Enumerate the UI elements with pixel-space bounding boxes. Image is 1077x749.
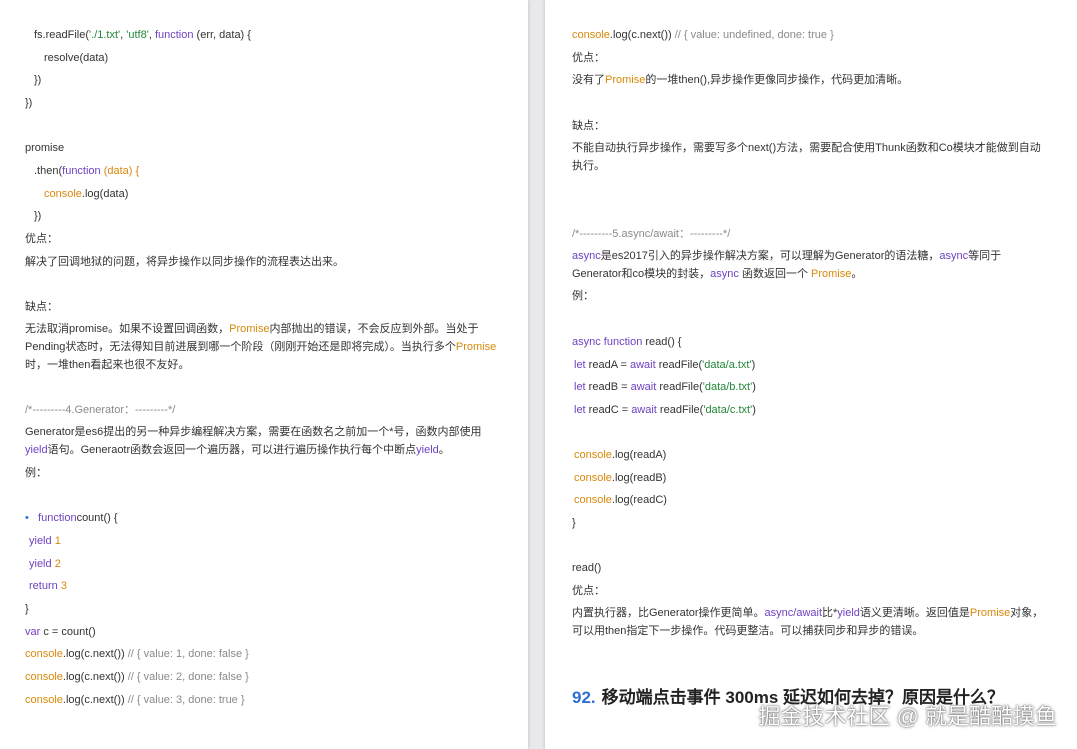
generator-comment: /*---------4.Generator：---------*/ xyxy=(25,404,176,416)
pros-label: 优点： xyxy=(572,585,605,597)
code-line: }) xyxy=(25,97,33,109)
cons-label: 缺点： xyxy=(25,301,58,313)
code-line: read() xyxy=(572,562,602,574)
bullet-icon: • xyxy=(25,512,29,524)
code-line: console.log(c.next()) // { value: 3, don… xyxy=(25,694,245,706)
code-line: console.log(readC) xyxy=(574,494,667,506)
left-page: fs.readFile('./1.txt', 'utf8', function … xyxy=(0,0,528,749)
code-line: async function read() { xyxy=(572,336,682,348)
pros-label: 优点： xyxy=(572,52,605,64)
code-line: }) xyxy=(34,74,42,86)
pros-label: 优点： xyxy=(25,233,58,245)
code-line: let readC = await readFile('data/c.txt') xyxy=(574,404,756,416)
async-description: async是es2017引入的异步操作解决方案，可以理解为Generator的语… xyxy=(572,250,1002,280)
code-line: console.log(readA) xyxy=(574,449,667,461)
code-line: } xyxy=(572,517,576,529)
cons-label: 缺点： xyxy=(572,120,605,132)
code-line: console.log(c.next()) // { value: undefi… xyxy=(572,29,834,41)
code-line: } xyxy=(25,603,29,615)
code-line: let readB = await readFile('data/b.txt') xyxy=(574,381,756,393)
example-label: 例： xyxy=(25,467,47,479)
watermark: 掘金技术社区 @ 就是酷酷摸鱼 xyxy=(758,704,1057,729)
code-line: • functioncount() { xyxy=(25,512,118,524)
code-line: return 3 xyxy=(29,580,67,592)
code-line: yield 1 xyxy=(29,535,61,547)
async-comment: /*---------5.async/await：---------*/ xyxy=(572,228,731,240)
code-line: yield 2 xyxy=(29,558,61,570)
code-line: resolve(data) xyxy=(44,52,109,64)
code-line: console.log(c.next()) // { value: 1, don… xyxy=(25,648,249,660)
cons-text: 不能自动执行异步操作，需要写多个next()方法，需要配合使用Thunk函数和C… xyxy=(572,142,1041,172)
code-line: console.log(readB) xyxy=(574,472,667,484)
cons-text: 无法取消promise。如果不设置回调函数，Promise内部抛出的错误，不会反… xyxy=(25,323,497,371)
async-pros-text: 内置执行器，比Generator操作更简单。async/await比*yield… xyxy=(572,607,1044,637)
pros-text: 没有了Promise的一堆then(),异步操作更像同步操作，代码更加清晰。 xyxy=(572,74,909,86)
code-line: fs.readFile('./1.txt', 'utf8', function … xyxy=(34,29,251,41)
code-line: .then(function (data) { xyxy=(34,165,140,177)
code-line: console.log(c.next()) // { value: 2, don… xyxy=(25,671,249,683)
code-line: console.log(data) xyxy=(44,188,129,200)
code-line: promise xyxy=(25,142,65,154)
example-label: 例： xyxy=(572,290,594,302)
generator-description: Generator是es6提出的另一种异步编程解决方案，需要在函数名之前加一个*… xyxy=(25,426,482,456)
code-line: var c = count() xyxy=(25,626,96,638)
right-page: console.log(c.next()) // { value: undefi… xyxy=(545,0,1077,749)
code-line: }) xyxy=(34,210,42,222)
code-line: let readA = await readFile('data/a.txt') xyxy=(574,359,756,371)
pros-text: 解决了回调地狱的问题，将异步操作以同步操作的流程表达出来。 xyxy=(25,256,344,268)
